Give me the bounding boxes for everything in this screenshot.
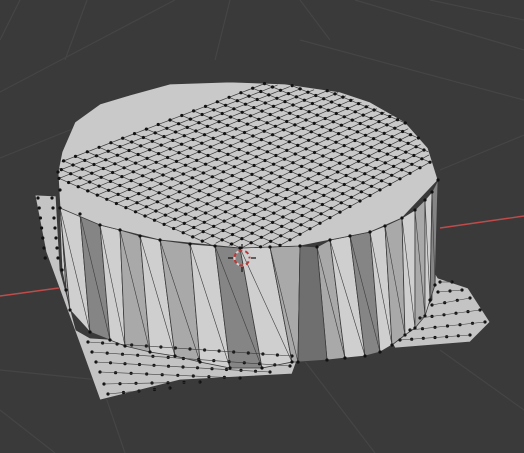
3d-viewport[interactable] <box>0 0 524 453</box>
viewport-canvas[interactable] <box>0 0 524 453</box>
